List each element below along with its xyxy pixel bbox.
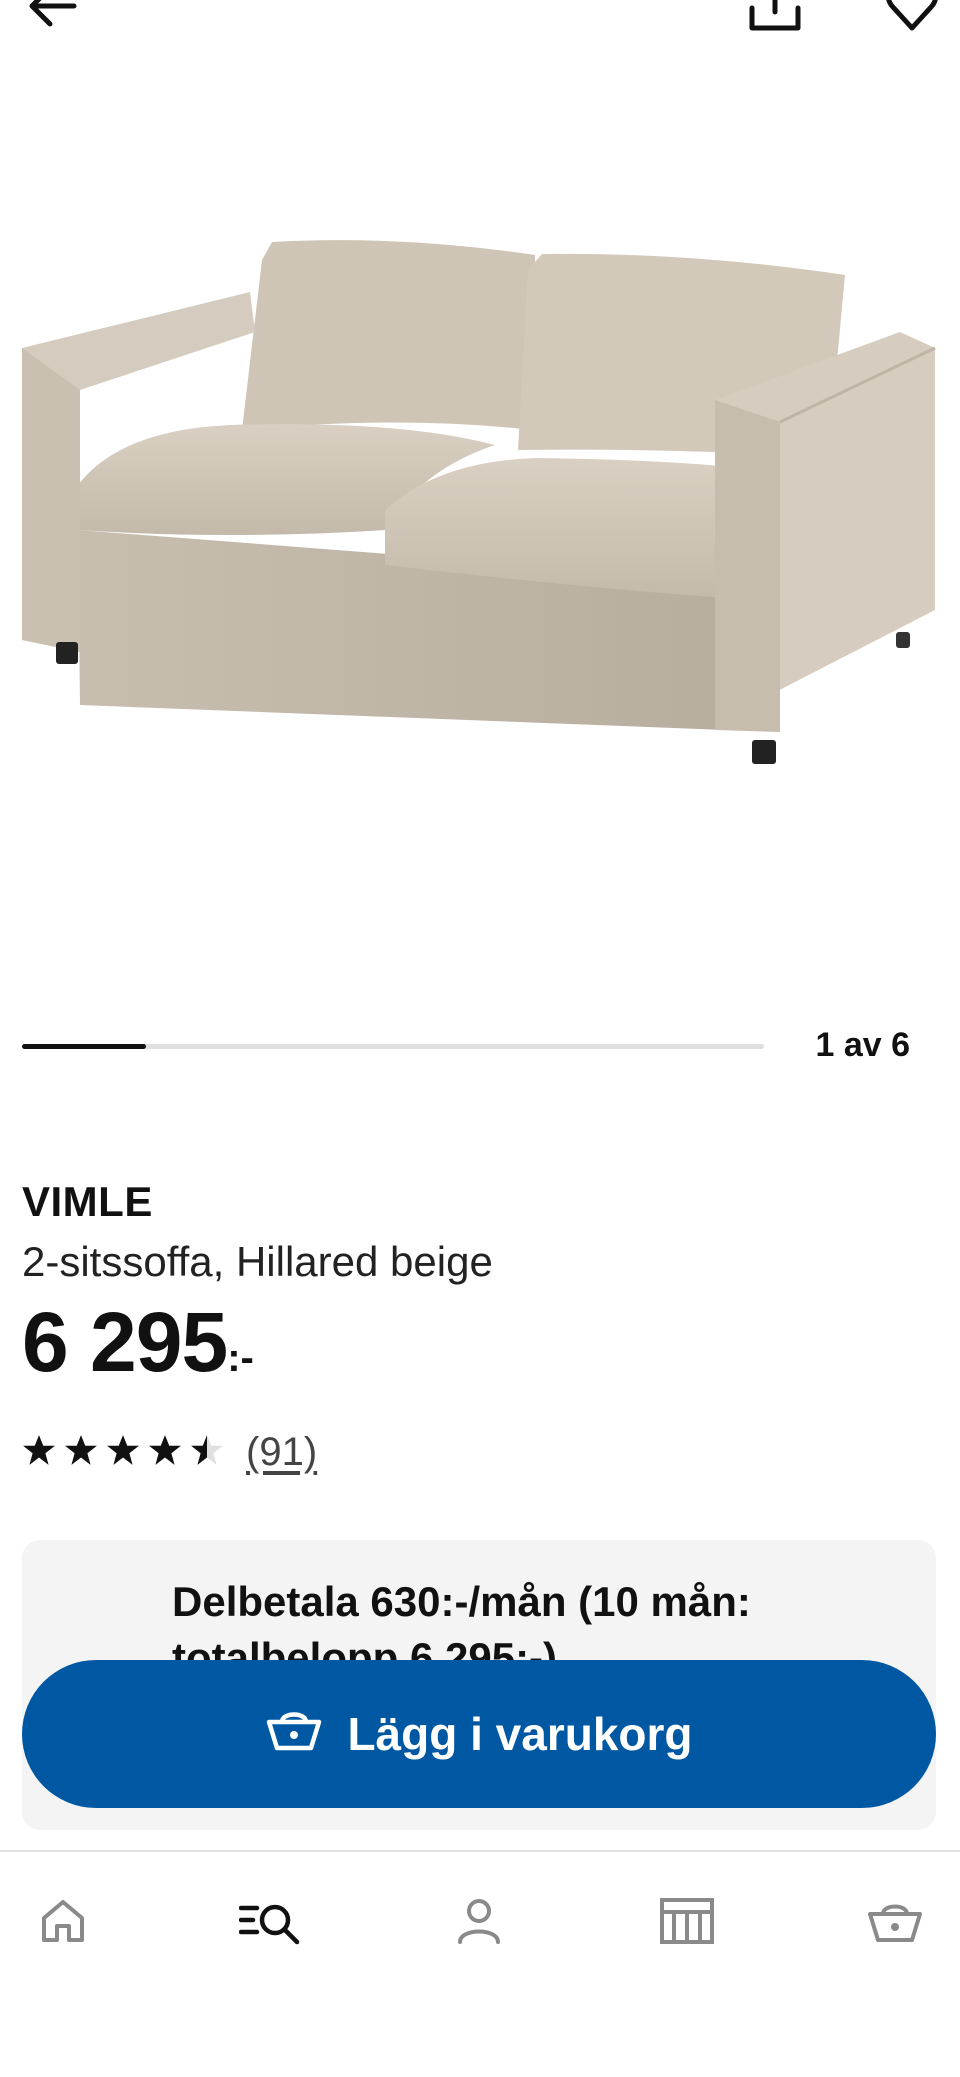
heart-outline-icon[interactable] (884, 0, 940, 39)
product-price: 6 295:- (22, 1300, 254, 1384)
review-count-link[interactable]: (91) (246, 1430, 317, 1475)
basket-icon (265, 1704, 323, 1765)
nav-home[interactable] (18, 1888, 108, 1958)
rating-stars (22, 1433, 224, 1472)
store-icon (658, 1896, 716, 1951)
bottom-navigation (0, 1850, 960, 2077)
home-icon (38, 1896, 88, 1951)
basket-icon (866, 1896, 924, 1951)
gallery-progress-fill (22, 1044, 146, 1049)
person-icon (454, 1896, 504, 1951)
price-suffix: :- (227, 1336, 254, 1380)
price-value: 6 295 (22, 1295, 228, 1389)
star-icon (148, 1433, 182, 1472)
nav-search[interactable] (226, 1888, 316, 1958)
product-description: 2-sitssoffa, Hillared beige (22, 1238, 493, 1285)
share-upload-icon[interactable] (744, 0, 806, 39)
nav-store[interactable] (642, 1888, 732, 1958)
gallery-counter: 1 av 6 (815, 1026, 910, 1064)
add-to-cart-label: Lägg i varukorg (347, 1708, 693, 1760)
nav-cart[interactable] (850, 1888, 940, 1958)
star-icon (22, 1433, 56, 1472)
top-bar (0, 0, 960, 40)
star-icon (190, 1433, 224, 1472)
nav-profile[interactable] (434, 1888, 524, 1958)
rating[interactable]: (91) (22, 1428, 317, 1476)
product-image[interactable] (0, 200, 960, 800)
add-to-cart-button[interactable]: Lägg i varukorg (22, 1660, 936, 1808)
search-list-icon (238, 1896, 303, 1951)
star-icon (106, 1433, 140, 1472)
gallery-progress-track (22, 1044, 764, 1049)
arrow-left-icon[interactable] (24, 0, 80, 39)
star-icon (64, 1433, 98, 1472)
product-name: VIMLE (22, 1178, 153, 1225)
